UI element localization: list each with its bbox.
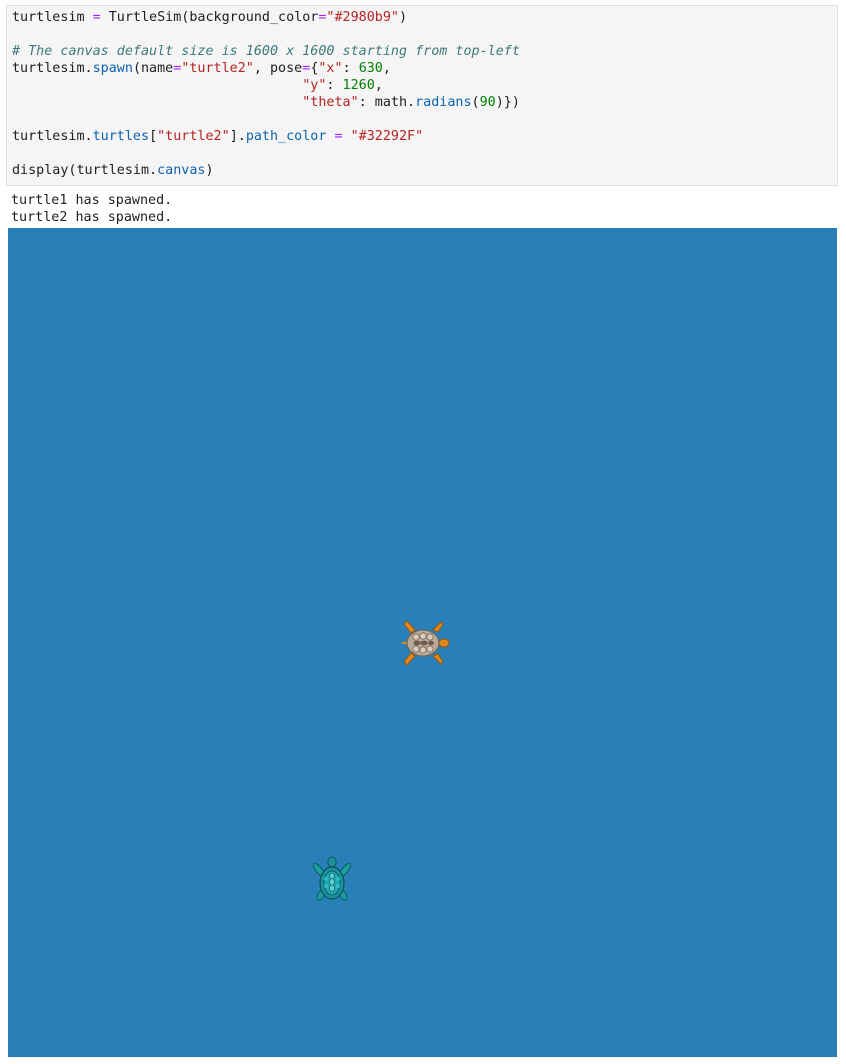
cell-output: turtle1 has spawned. turtle2 has spawned… — [11, 192, 172, 226]
turtle1-icon — [395, 615, 451, 675]
code-cell[interactable]: turtlesim = TurtleSim(background_color="… — [6, 5, 838, 186]
code-line-10: display(turtlesim.canvas) — [12, 163, 214, 178]
code-line-1: turtlesim = TurtleSim(background_color="… — [12, 10, 408, 25]
turtlesim-canvas — [8, 228, 837, 1057]
output-line-turtle1: turtle1 has spawned. — [11, 193, 173, 208]
code-line-6: "theta": math.radians(90)}) — [302, 95, 520, 110]
output-line-turtle2: turtle2 has spawned. — [11, 210, 173, 225]
code-line-3: # The canvas default size is 1600 x 1600… — [12, 44, 520, 59]
turtle2-icon — [304, 855, 364, 911]
code-line-5: "y": 1260, — [302, 78, 383, 93]
code-line-4: turtlesim.spawn(name="turtle2", pose={"x… — [12, 61, 391, 76]
code-line-8: turtlesim.turtles["turtle2"].path_color … — [12, 129, 424, 144]
